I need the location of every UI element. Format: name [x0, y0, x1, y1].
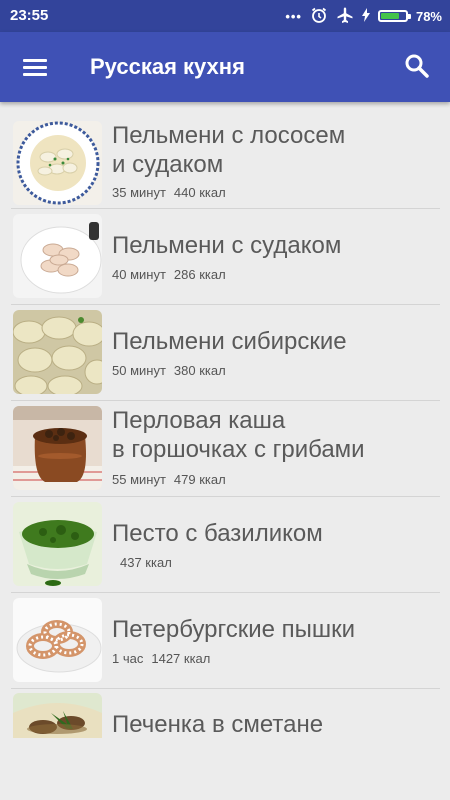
recipe-image [13, 214, 102, 298]
recipe-time: 50 минут [112, 363, 166, 378]
recipe-title: Печенка в сметане [112, 711, 324, 738]
recipe-title: Пельмени сибирские [112, 328, 347, 355]
recipe-image [13, 598, 102, 682]
recipe-meta: 1 час 1427 ккал [112, 651, 218, 666]
airplane-mode-icon [336, 6, 354, 27]
recipe-image [13, 502, 102, 586]
battery-icon [377, 10, 411, 22]
battery-percent: 78% [415, 8, 442, 24]
recipe-title: Песто с базиликом [112, 520, 323, 547]
recipe-kcal: 437 ккал [120, 555, 172, 570]
recipe-item[interactable]: Печенка в сметане [11, 689, 440, 738]
recipe-image [13, 121, 102, 205]
app-title: Русская кухня [90, 54, 245, 79]
recipe-image [13, 693, 102, 738]
recipe-item[interactable]: Перловая каша в горшочках с грибами 55 ми… [11, 401, 440, 497]
recipe-time: 1 час [112, 651, 144, 666]
recipe-image [13, 406, 102, 490]
recipe-meta: 50 минут 380 ккал [112, 363, 234, 378]
charging-bolt-icon [361, 7, 370, 25]
recipe-time: 55 минут [112, 472, 166, 487]
recipe-kcal: 286 ккал [173, 267, 226, 282]
recipe-image [13, 310, 102, 394]
recipe-kcal: 1427 ккал [151, 651, 211, 666]
app-bar: Русская кухня [0, 32, 450, 102]
status-icons: ••• 78% [285, 6, 442, 26]
status-bar: 23:55 ••• 78% [0, 0, 450, 32]
recipe-title: Перловая каша в горшочках с грибами [112, 407, 365, 463]
recipe-kcal: 440 ккал [173, 185, 226, 200]
recipe-title: Петербургские пышки [112, 616, 356, 643]
search-icon[interactable] [400, 49, 434, 83]
recipe-list[interactable]: Пельмени с лососем и судаком 35 минут 440 … [11, 118, 440, 738]
recipe-item[interactable]: Песто с базиликом 437 ккал [11, 497, 440, 593]
recipe-item[interactable]: Пельмени с судаком 40 минут 286 ккал [11, 209, 440, 305]
recipe-title: Пельмени с лососем и судаком [112, 122, 346, 178]
more-dots-icon: ••• [285, 8, 302, 24]
recipe-time: 40 минут [112, 267, 166, 282]
hamburger-menu-icon[interactable] [18, 51, 52, 85]
recipe-meta: 437 ккал [112, 555, 180, 570]
recipe-item[interactable]: Петербургские пышки 1 час 1427 ккал [11, 593, 440, 689]
recipe-meta: 35 минут 440 ккал [112, 185, 234, 200]
recipe-time: 35 минут [112, 185, 166, 200]
alarm-clock-icon [310, 6, 328, 27]
recipe-meta: 55 минут 479 ккал [112, 472, 234, 487]
recipe-meta: 40 минут 286 ккал [112, 267, 234, 282]
recipe-item[interactable]: Пельмени с лососем и судаком 35 минут 440 … [11, 118, 440, 209]
recipe-title: Пельмени с судаком [112, 232, 342, 259]
recipe-item[interactable]: Пельмени сибирские 50 минут 380 ккал [11, 305, 440, 401]
recipe-kcal: 380 ккал [173, 363, 226, 378]
recipe-kcal: 479 ккал [173, 472, 226, 487]
status-time: 23:55 [10, 7, 49, 24]
